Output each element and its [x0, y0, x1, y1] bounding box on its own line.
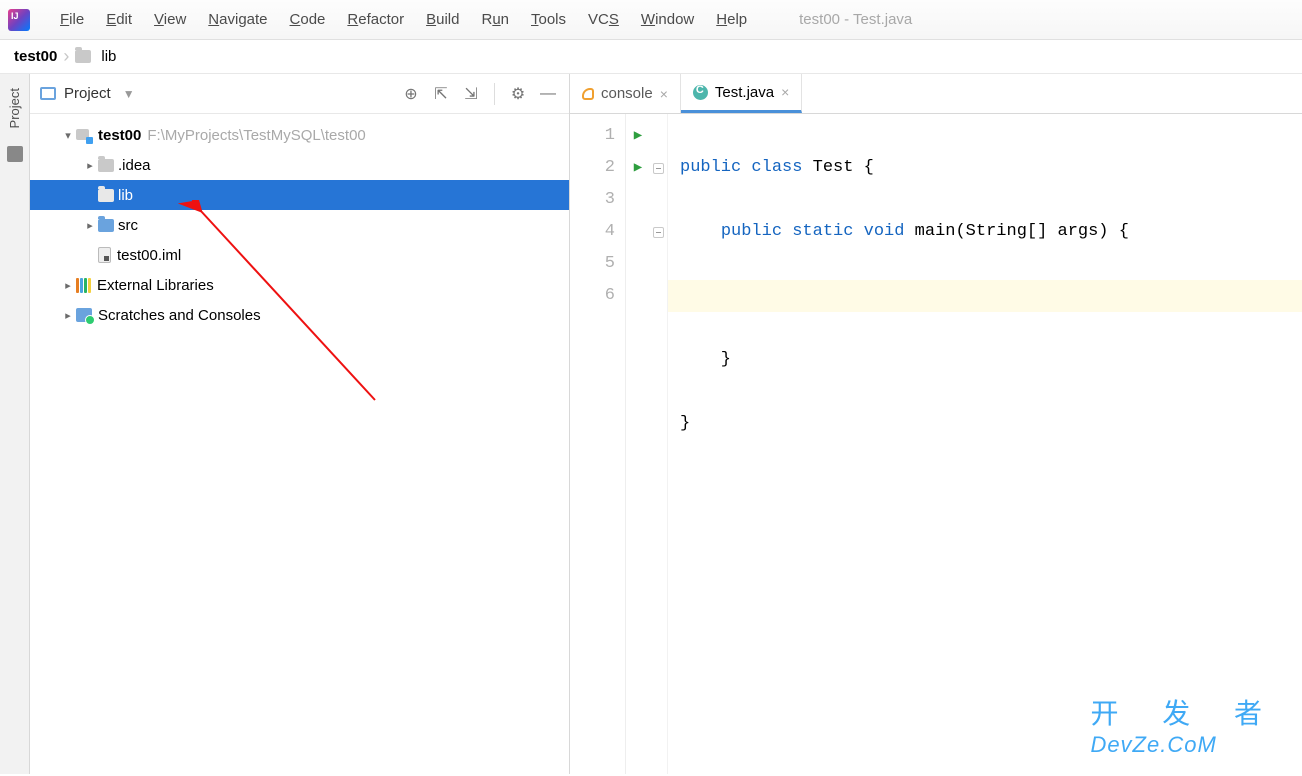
gear-icon[interactable]: ⚙: [507, 83, 529, 105]
tree-label: .idea: [118, 157, 151, 174]
project-tree: ▾ test00 F:\MyProjects\TestMySQL\test00 …: [30, 114, 569, 774]
editor-tabs: console × Test.java ×: [570, 74, 1302, 114]
panel-title[interactable]: Project: [64, 85, 111, 102]
app-icon: [8, 9, 30, 31]
project-view-icon: [40, 87, 56, 100]
folder-icon: [98, 189, 114, 202]
close-icon[interactable]: ×: [660, 86, 668, 102]
tree-root-name: test00: [98, 127, 141, 144]
tree-item-external-libs[interactable]: ▸ External Libraries: [30, 270, 569, 300]
chevron-right-icon[interactable]: ▸: [82, 159, 98, 172]
divider: [494, 83, 495, 105]
run-icon[interactable]: ▶: [626, 152, 650, 184]
menu-view[interactable]: View: [144, 7, 196, 32]
java-class-icon: [693, 85, 708, 100]
editor-area: console × Test.java × 1 2 3 4 5 6 ▶ ▶: [570, 74, 1302, 774]
breadcrumb-project[interactable]: test00: [14, 48, 57, 65]
chevron-right-icon[interactable]: ▸: [60, 279, 76, 292]
fold-icon[interactable]: [653, 227, 664, 238]
menu-bar: FFileile Edit View Navigate Code Refacto…: [0, 0, 1302, 40]
tree-item-idea[interactable]: ▸ .idea: [30, 150, 569, 180]
breadcrumb-folder[interactable]: lib: [101, 48, 116, 65]
panel-header: Project ▼ ⊕ ⇱ ⇲ ⚙ —: [30, 74, 569, 114]
fold-icon[interactable]: [653, 163, 664, 174]
run-icon[interactable]: ▶: [626, 120, 650, 152]
tree-label: src: [118, 217, 138, 234]
chevron-down-icon[interactable]: ▼: [123, 87, 135, 101]
fold-gutter: [650, 114, 668, 774]
tool-window-bar: Project: [0, 74, 30, 774]
tree-label: lib: [118, 187, 133, 204]
menu-run[interactable]: Run: [471, 7, 519, 32]
window-title: test00 - Test.java: [799, 11, 912, 28]
tree-item-scratches[interactable]: ▸ Scratches and Consoles: [30, 300, 569, 330]
gutter-icons: ▶ ▶: [626, 114, 650, 774]
tree-label: test00.iml: [117, 247, 181, 264]
tool-tab-structure-icon[interactable]: [7, 146, 23, 162]
folder-icon: [75, 50, 91, 63]
scratches-icon: [76, 308, 92, 322]
folder-icon: [98, 159, 114, 172]
console-icon: [582, 88, 594, 100]
tab-test-java[interactable]: Test.java ×: [681, 74, 802, 113]
collapse-all-icon[interactable]: ⇲: [460, 83, 482, 105]
libraries-icon: [76, 278, 91, 293]
menu-help[interactable]: Help: [706, 7, 757, 32]
code-text[interactable]: public class Test { public static void m…: [668, 114, 1302, 774]
tree-item-src[interactable]: ▸ src: [30, 210, 569, 240]
tree-label: Scratches and Consoles: [98, 307, 261, 324]
expand-all-icon[interactable]: ⇱: [430, 83, 452, 105]
menu-edit[interactable]: Edit: [96, 7, 142, 32]
menu-tools[interactable]: Tools: [521, 7, 576, 32]
tab-console[interactable]: console ×: [570, 74, 681, 113]
chevron-down-icon[interactable]: ▾: [60, 129, 76, 142]
source-folder-icon: [98, 219, 114, 232]
tab-label: Test.java: [715, 84, 774, 101]
chevron-right-icon[interactable]: ▸: [60, 309, 76, 322]
menu-file[interactable]: FFileile: [50, 7, 94, 32]
menu-vcs[interactable]: VCS: [578, 7, 629, 32]
gutter-line-numbers: 1 2 3 4 5 6: [570, 114, 626, 774]
file-icon: [98, 247, 111, 263]
tree-item-lib[interactable]: ▸ lib: [30, 180, 569, 210]
chevron-right-icon: ›: [63, 46, 69, 67]
tab-label: console: [601, 85, 653, 102]
tree-root-path: F:\MyProjects\TestMySQL\test00: [147, 127, 365, 144]
menu-window[interactable]: Window: [631, 7, 704, 32]
menu-build[interactable]: Build: [416, 7, 469, 32]
tree-root[interactable]: ▾ test00 F:\MyProjects\TestMySQL\test00: [30, 120, 569, 150]
tree-item-iml[interactable]: ▸ test00.iml: [30, 240, 569, 270]
tool-tab-project[interactable]: Project: [7, 88, 22, 128]
project-panel: Project ▼ ⊕ ⇱ ⇲ ⚙ — ▾ test00 F:\MyProjec…: [30, 74, 570, 774]
menu-navigate[interactable]: Navigate: [198, 7, 277, 32]
chevron-right-icon[interactable]: ▸: [82, 219, 98, 232]
breadcrumb: test00 › lib: [0, 40, 1302, 74]
module-icon: [76, 127, 92, 143]
hide-icon[interactable]: —: [537, 83, 559, 105]
tree-label: External Libraries: [97, 277, 214, 294]
menu-refactor[interactable]: Refactor: [337, 7, 414, 32]
menu-code[interactable]: Code: [280, 7, 336, 32]
code-editor[interactable]: 1 2 3 4 5 6 ▶ ▶ public class Test { publ…: [570, 114, 1302, 774]
close-icon[interactable]: ×: [781, 84, 789, 100]
locate-icon[interactable]: ⊕: [400, 83, 422, 105]
